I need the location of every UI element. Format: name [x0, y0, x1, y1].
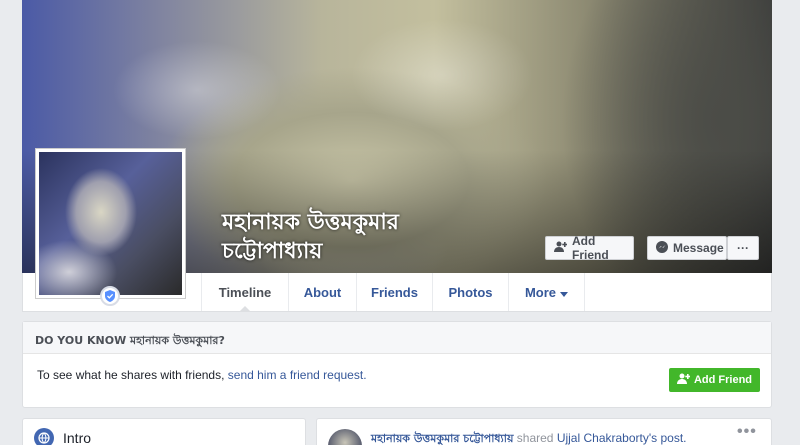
- tab-timeline[interactable]: Timeline: [201, 273, 289, 312]
- friend-request-prompt: To see what he shares with friends, send…: [37, 368, 367, 382]
- post-header: মহানায়ক উত্তমকুমার চট্টোপাধ্যায় shared…: [371, 430, 687, 445]
- message-label: Message: [673, 241, 724, 255]
- send-friend-request-link[interactable]: send him a friend request.: [228, 368, 367, 382]
- do-you-know-card: DO YOU KNOW মহানায়ক উত্তমকুমার? To see …: [22, 321, 772, 408]
- more-options-button[interactable]: ···: [727, 236, 759, 260]
- avatar[interactable]: [328, 429, 362, 445]
- verified-badge-icon: [100, 286, 120, 306]
- more-dots-icon: ···: [737, 241, 749, 255]
- profile-name[interactable]: মহানায়ক উত্তমকুমার চট্টোপাধ্যায়: [222, 208, 482, 266]
- tab-friends[interactable]: Friends: [357, 273, 433, 311]
- post-author-link[interactable]: মহানায়ক উত্তমকুমার চট্টোপাধ্যায়: [371, 432, 513, 445]
- message-button[interactable]: Message: [647, 236, 727, 260]
- tab-label: Photos: [448, 284, 493, 300]
- add-friend-green-button[interactable]: Add Friend: [669, 368, 760, 392]
- caret-down-icon: [560, 285, 569, 300]
- add-friend-button[interactable]: Add Friend: [545, 234, 634, 262]
- tab-photos[interactable]: Photos: [433, 273, 509, 311]
- add-friend-icon: [554, 241, 568, 255]
- tab-more[interactable]: More: [509, 273, 585, 311]
- globe-icon: [34, 428, 54, 445]
- intro-title: Intro: [63, 430, 92, 445]
- tab-label: Timeline: [218, 284, 272, 300]
- add-friend-label: Add Friend: [572, 234, 609, 262]
- prompt-text: To see what he shares with friends,: [37, 368, 225, 382]
- messenger-icon: [656, 240, 668, 256]
- do-you-know-title: DO YOU KNOW মহানায়ক উত্তমকুমার?: [23, 322, 771, 354]
- intro-card: Intro: [22, 418, 306, 445]
- add-friend-icon: [676, 373, 691, 387]
- add-friend-label: Add Friend: [693, 374, 753, 386]
- tab-label: About: [303, 284, 342, 300]
- post-menu-icon[interactable]: •••: [737, 423, 757, 441]
- tab-about[interactable]: About: [289, 273, 357, 311]
- tab-label: More: [524, 284, 557, 300]
- post-card: মহানায়ক উত্তমকুমার চট্টোপাধ্যায় shared…: [316, 418, 772, 445]
- shared-post-link[interactable]: Ujjal Chakraborty's post.: [557, 431, 687, 445]
- profile-picture[interactable]: [35, 148, 186, 299]
- tab-label: Friends: [371, 284, 418, 300]
- post-verb: shared: [516, 431, 554, 445]
- profile-photo: [39, 152, 182, 295]
